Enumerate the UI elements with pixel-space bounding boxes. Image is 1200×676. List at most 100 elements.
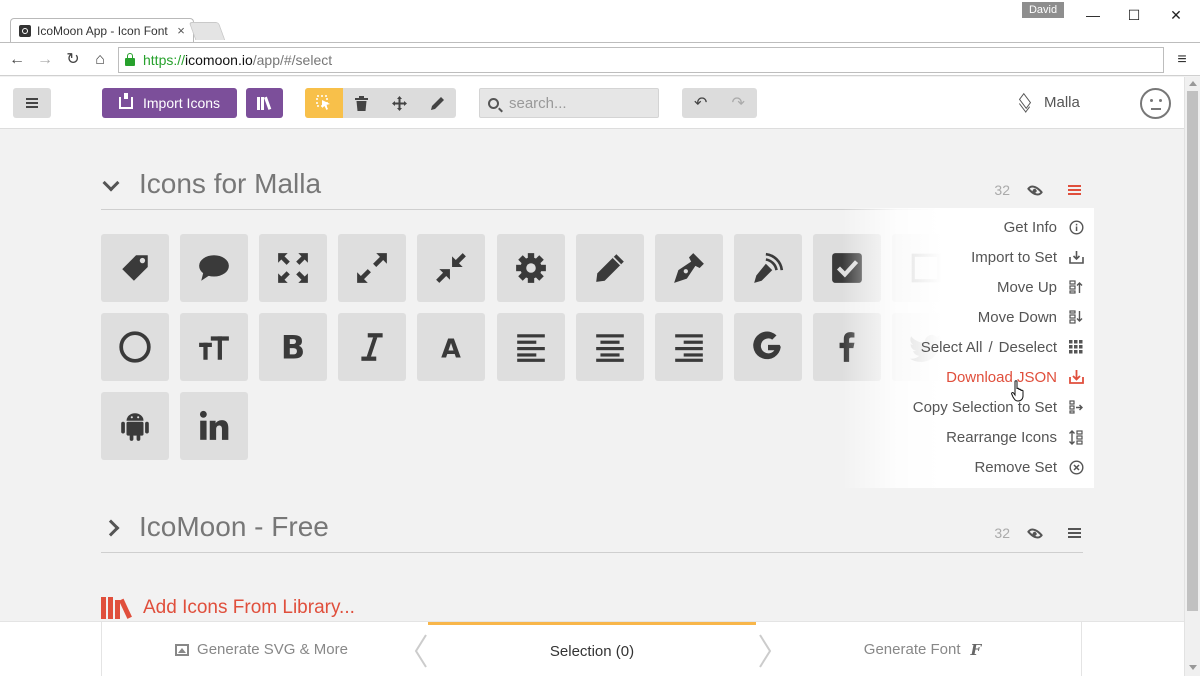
forward-arrow-icon[interactable]: → — [34, 49, 56, 71]
set-header: IcoMoon - Free 32 — [101, 511, 1083, 553]
glyph-pencil[interactable] — [576, 234, 644, 302]
maximize-button[interactable]: ☐ — [1114, 4, 1154, 26]
pencil-icon — [596, 254, 624, 282]
glyph-font-size[interactable] — [180, 313, 248, 381]
glyph-tag[interactable] — [101, 234, 169, 302]
browser-menu-icon[interactable]: ≡ — [1172, 49, 1192, 71]
redo-button[interactable]: ↷ — [720, 88, 758, 118]
library-icon — [256, 96, 271, 110]
glyph-circle[interactable] — [101, 313, 169, 381]
search-input[interactable]: search... — [479, 88, 659, 118]
home-icon[interactable]: ⌂ — [89, 49, 111, 71]
icomoon-favicon-icon — [19, 24, 31, 37]
menu-item-select-all[interactable]: Select All / Deselect — [921, 332, 1084, 362]
layers-icon — [1018, 97, 1030, 109]
glyph-align-right[interactable] — [655, 313, 723, 381]
scroll-up-arrow-icon[interactable] — [1189, 81, 1197, 86]
google-icon — [753, 331, 781, 360]
font-icon: A — [441, 335, 461, 364]
menu-item-label: Get Info — [1003, 218, 1057, 236]
undo-button[interactable]: ↶ — [682, 88, 720, 118]
glyph-font[interactable]: A — [417, 313, 485, 381]
menu-item-move-down[interactable]: Move Down — [978, 302, 1084, 332]
rearrange-icon — [1068, 429, 1084, 445]
glyph-pen[interactable] — [655, 234, 723, 302]
menu-item-rearrange[interactable]: Rearrange Icons — [946, 422, 1084, 452]
glyph-italic[interactable] — [338, 313, 406, 381]
set-menu-icon[interactable] — [1068, 528, 1081, 538]
menu-item-remove-set[interactable]: Remove Set — [974, 452, 1084, 482]
url-field[interactable]: https:// icomoon.io /app/#/select — [118, 47, 1164, 73]
main-menu-button[interactable] — [13, 88, 51, 118]
back-arrow-icon[interactable]: ← — [6, 49, 28, 71]
import-icons-button[interactable]: Import Icons — [102, 88, 237, 118]
add-icons-label: Add Icons From Library... — [143, 597, 355, 618]
download-icon — [1068, 369, 1084, 385]
feedback-smiley-icon[interactable] — [1140, 88, 1171, 119]
lock-icon — [125, 53, 135, 66]
separator: / — [988, 338, 993, 356]
generate-svg-label: Generate SVG & More — [197, 641, 348, 658]
glyph-enlarge[interactable] — [259, 234, 327, 302]
align-left-icon — [517, 334, 545, 362]
project-switcher[interactable]: Malla — [1018, 94, 1080, 111]
remove-icon — [1068, 459, 1084, 475]
scroll-down-arrow-icon[interactable] — [1189, 665, 1197, 670]
glyph-align-left[interactable] — [497, 313, 565, 381]
menu-item-label: Download JSON — [946, 368, 1057, 386]
tab-title: IcoMoon App - Icon Font — [37, 23, 168, 38]
reload-icon[interactable]: ↻ — [62, 49, 84, 71]
glyph-shrink[interactable] — [417, 234, 485, 302]
page-scrollbar[interactable] — [1184, 77, 1200, 676]
set-title[interactable]: IcoMoon - Free — [139, 511, 329, 543]
profile-badge[interactable]: David — [1022, 2, 1064, 18]
chevron-down-icon — [102, 174, 120, 192]
glyph-bubble[interactable] — [180, 234, 248, 302]
menu-item-move-up[interactable]: Move Up — [997, 272, 1084, 302]
close-window-button[interactable]: ✕ — [1156, 4, 1196, 26]
expand-set-button[interactable] — [101, 517, 125, 541]
menu-item-import-to-set[interactable]: Import to Set — [971, 242, 1084, 272]
add-icons-from-library-link[interactable]: Add Icons From Library... — [101, 597, 355, 619]
collapse-set-button[interactable] — [101, 174, 125, 198]
tab-close-icon[interactable]: × — [173, 23, 189, 38]
generate-svg-tab[interactable]: Generate SVG & More — [101, 622, 421, 676]
minimize-button[interactable]: — — [1073, 4, 1113, 26]
menu-item-label: Copy Selection to Set — [912, 398, 1057, 416]
glyph-linkedin[interactable] — [180, 392, 248, 460]
glyph-google[interactable] — [734, 313, 802, 381]
menu-item-get-info[interactable]: Get Info — [1004, 212, 1084, 242]
menu-item-copy-selection[interactable]: Copy Selection to Set — [913, 392, 1084, 422]
url-path: /app/#/select — [252, 52, 333, 68]
select-all-label[interactable]: Select All — [921, 339, 983, 356]
set-menu-icon[interactable] — [1068, 185, 1081, 195]
project-name: Malla — [1044, 94, 1080, 111]
move-tool-button[interactable] — [381, 88, 419, 118]
glyph-cog[interactable] — [497, 234, 565, 302]
image-icon — [175, 643, 190, 656]
glyph-blog[interactable] — [734, 234, 802, 302]
scroll-thumb[interactable] — [1187, 91, 1198, 611]
glyph-expand[interactable] — [338, 234, 406, 302]
deselect-label[interactable]: Deselect — [999, 339, 1057, 356]
glyph-bold[interactable]: B — [259, 313, 327, 381]
eye-icon[interactable] — [1026, 181, 1044, 199]
library-button[interactable] — [246, 88, 283, 118]
eye-icon[interactable] — [1026, 524, 1044, 542]
edit-tool-button[interactable] — [418, 88, 456, 118]
selection-tab[interactable]: Selection (0) — [428, 622, 756, 676]
cog-icon — [516, 253, 546, 283]
select-tool-button[interactable] — [305, 88, 343, 118]
glyph-align-center[interactable] — [576, 313, 644, 381]
hamburger-icon — [26, 98, 38, 108]
delete-tool-button[interactable] — [343, 88, 381, 118]
glyph-android[interactable] — [101, 392, 169, 460]
app-toolbar: Import Icons search... ↶ ↷ Malla — [0, 77, 1184, 129]
generate-font-tab[interactable]: Generate Font F — [764, 622, 1082, 676]
redo-icon: ↷ — [731, 95, 745, 112]
font-size-icon — [199, 336, 229, 360]
new-tab-button[interactable] — [188, 22, 226, 40]
set-title[interactable]: Icons for Malla — [139, 168, 321, 200]
pen-nib-icon — [674, 253, 704, 283]
browser-tab[interactable]: IcoMoon App - Icon Font × — [10, 18, 194, 42]
